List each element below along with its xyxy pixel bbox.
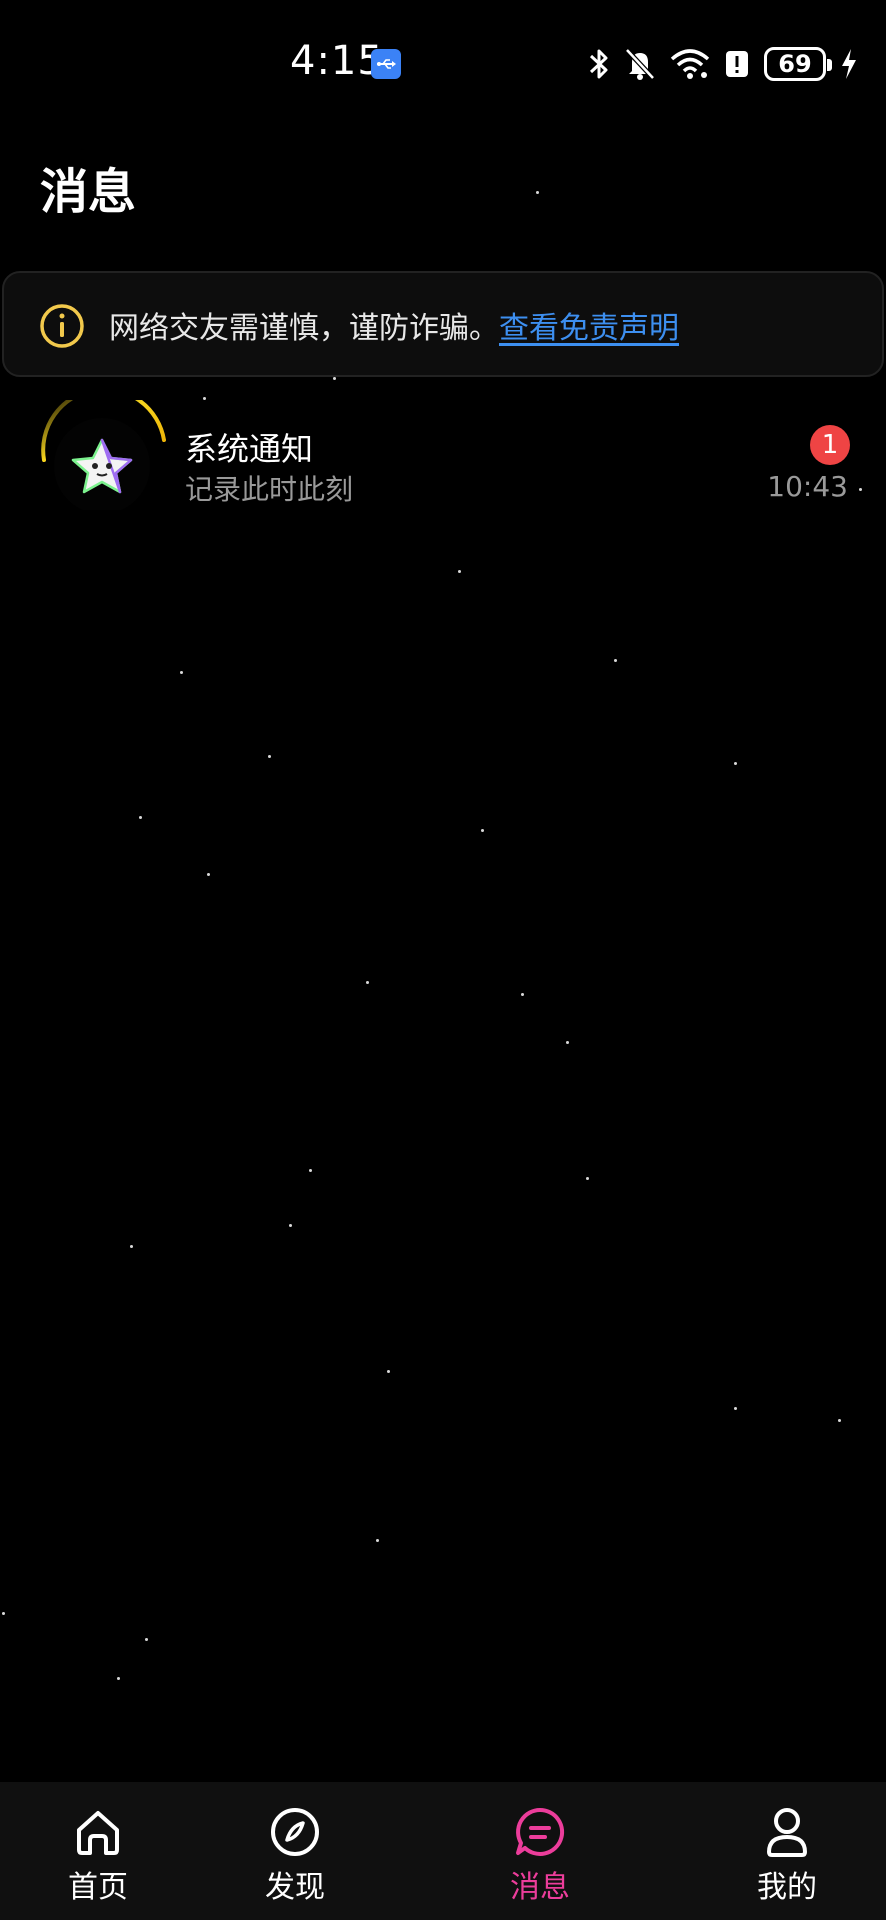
bottom-nav: 首页 发现 消息 我的 [0, 1782, 886, 1920]
status-time: 4:15 [290, 38, 384, 84]
bell-off-icon [625, 48, 655, 80]
star [458, 570, 461, 573]
nav-label-profile: 我的 [757, 1870, 817, 1905]
star [734, 762, 737, 765]
nav-item-home[interactable]: 首页 [38, 1804, 158, 1914]
star [268, 755, 271, 758]
star [2, 1612, 5, 1615]
star [566, 1041, 569, 1044]
nav-label-home: 首页 [68, 1870, 128, 1905]
star [180, 671, 183, 674]
star [481, 829, 484, 832]
star [387, 1370, 390, 1373]
notice-text-line: 网络交友需谨慎，谨防诈骗。查看免责声明 [109, 303, 679, 347]
star-mascot-icon [41, 400, 166, 510]
notice-banner: 网络交友需谨慎，谨防诈骗。查看免责声明 [2, 271, 884, 377]
list-item-title: 系统通知 [185, 430, 314, 468]
list-item-time: 10:43 [767, 470, 848, 503]
bluetooth-icon [589, 49, 608, 79]
user-icon [767, 1808, 807, 1857]
wifi-icon [670, 49, 710, 79]
home-icon [77, 1811, 119, 1855]
nav-item-messages[interactable]: 消息 [480, 1804, 600, 1914]
nav-item-discover[interactable]: 发现 [235, 1804, 355, 1914]
nav-label-messages: 消息 [510, 1870, 570, 1905]
usb-icon [371, 49, 401, 79]
nav-item-profile[interactable]: 我的 [727, 1804, 847, 1914]
star [117, 1677, 120, 1680]
list-item-subtitle: 记录此时此刻 [185, 473, 354, 506]
nav-label-discover: 发现 [265, 1870, 325, 1905]
star [207, 873, 210, 876]
status-bar: 4:15 69 [0, 0, 886, 120]
star [536, 191, 539, 194]
notice-text: 网络交友需谨慎，谨防诈骗。 [109, 311, 499, 346]
battery-icon: 69 [764, 47, 832, 81]
system-icons: 69 [588, 44, 858, 84]
battery-nub [827, 59, 832, 71]
star [139, 816, 142, 819]
page-title: 消息 [40, 164, 137, 220]
list-item-system-notice[interactable]: 系统通知 记录此时此刻 1 10:43 [0, 392, 886, 522]
star [838, 1419, 841, 1422]
star [309, 1169, 312, 1172]
star [289, 1224, 292, 1227]
compass-icon [271, 1808, 319, 1856]
star [376, 1539, 379, 1542]
star [614, 659, 617, 662]
star [586, 1177, 589, 1180]
disclaimer-link[interactable]: 查看免责声明 [499, 311, 679, 346]
unread-badge: 1 [810, 425, 850, 465]
message-icon [516, 1807, 565, 1856]
star [366, 981, 369, 984]
star [734, 1407, 737, 1410]
star [145, 1638, 148, 1641]
info-icon [40, 304, 84, 348]
star [521, 993, 524, 996]
battery-level: 69 [778, 50, 812, 78]
message-screen: 4:15 69 消息 网络交友需谨慎，谨防诈骗。查看免责声明 系统通知 记录此时… [0, 0, 886, 1920]
star [130, 1245, 133, 1248]
star [333, 377, 336, 380]
alert-icon [726, 51, 748, 77]
charging-icon [842, 49, 856, 79]
